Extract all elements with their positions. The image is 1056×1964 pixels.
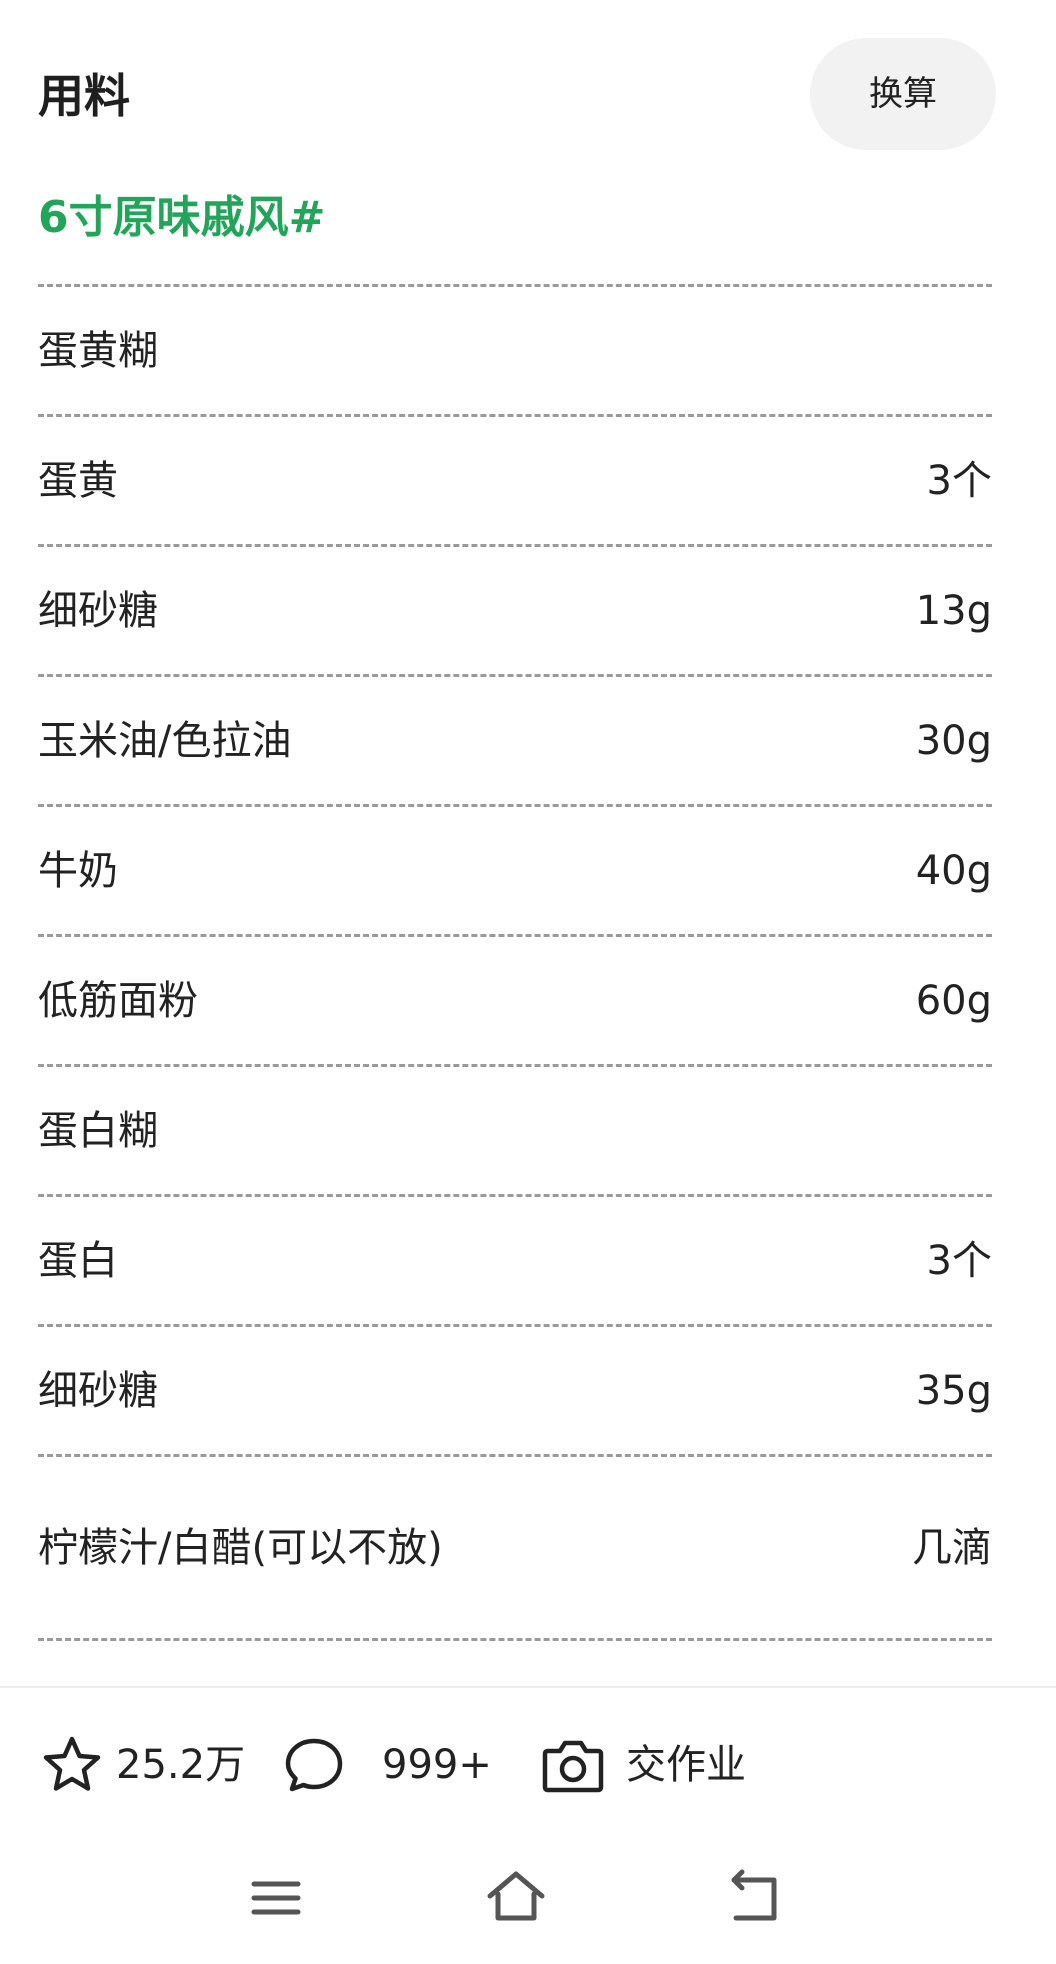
ingredient-row: 蛋白糊 (38, 1064, 992, 1194)
camera-icon (540, 1733, 604, 1797)
ingredient-name: 低筋面粉 (38, 977, 198, 1024)
ingredient-name: 蛋白 (38, 1237, 118, 1284)
favorite-button[interactable]: 25.2万 (40, 1730, 245, 1800)
menu-icon[interactable] (244, 1866, 308, 1930)
convert-button[interactable]: 换算 (810, 38, 996, 150)
ingredient-amount: 3个 (926, 1237, 992, 1284)
ingredient-row: 蛋黄糊 (38, 284, 992, 414)
comment-button[interactable]: 999+ (282, 1730, 492, 1800)
ingredient-row: 蛋黄 3个 (38, 414, 992, 544)
ingredient-amount: 40g (915, 847, 992, 894)
ingredient-row: 柠檬汁/白醋(可以不放) 几滴 (38, 1454, 992, 1641)
ingredient-amount: 几滴 (912, 1524, 992, 1571)
submit-homework-button[interactable]: 交作业 (540, 1730, 746, 1800)
ingredient-name: 蛋黄糊 (38, 327, 158, 374)
ingredient-amount: 3个 (926, 457, 992, 504)
recipe-name-link[interactable]: 6寸原味戚风# (38, 190, 325, 246)
back-icon[interactable] (724, 1866, 788, 1930)
comment-bubble-icon (282, 1733, 346, 1797)
ingredient-name: 柠檬汁/白醋(可以不放) (38, 1524, 443, 1571)
ingredient-row: 细砂糖 13g (38, 544, 992, 674)
ingredient-name: 蛋白糊 (38, 1107, 158, 1154)
homework-label: 交作业 (626, 1742, 746, 1788)
ingredient-amount: 13g (915, 587, 992, 634)
ingredient-list: 蛋黄糊 蛋黄 3个 细砂糖 13g 玉米油/色拉油 30g 牛奶 40g 低筋面… (38, 284, 992, 1641)
comment-count: 999+ (382, 1742, 492, 1788)
ingredient-name: 蛋黄 (38, 457, 118, 504)
ingredient-amount: 35g (915, 1367, 992, 1414)
ingredient-amount: 60g (915, 977, 992, 1024)
ingredients-header: 用料 换算 (0, 0, 1056, 190)
system-nav-bar (0, 1840, 1056, 1964)
ingredient-row: 低筋面粉 60g (38, 934, 992, 1064)
ingredient-row: 蛋白 3个 (38, 1194, 992, 1324)
ingredient-row: 细砂糖 35g (38, 1324, 992, 1454)
home-icon[interactable] (484, 1866, 548, 1930)
favorite-count: 25.2万 (116, 1742, 246, 1788)
action-bar: 25.2万 999+ 交作业 (0, 1690, 1056, 1840)
section-title: 用料 (38, 69, 130, 123)
ingredient-amount: 30g (915, 717, 992, 764)
ingredient-name: 玉米油/色拉油 (38, 717, 292, 764)
ingredient-name: 细砂糖 (38, 587, 158, 634)
ingredient-name: 细砂糖 (38, 1367, 158, 1414)
ingredient-name: 牛奶 (38, 847, 118, 894)
action-bar-divider (0, 1686, 1056, 1688)
ingredient-row: 牛奶 40g (38, 804, 992, 934)
ingredient-row: 玉米油/色拉油 30g (38, 674, 992, 804)
star-icon (40, 1733, 104, 1797)
